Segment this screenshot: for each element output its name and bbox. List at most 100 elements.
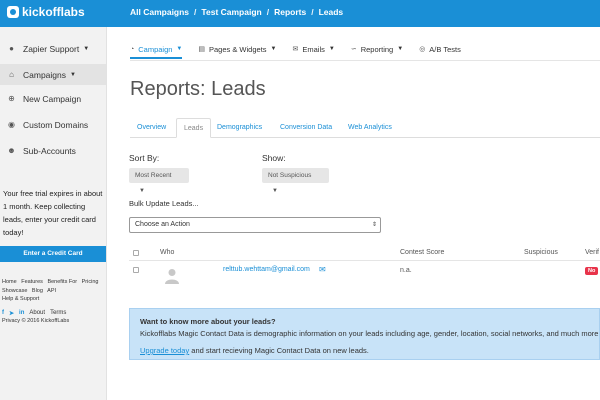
row-checkbox[interactable] (133, 267, 139, 273)
show-dropdown[interactable]: Not Suspicious ▼ (262, 168, 329, 194)
column-header-who: Who (160, 249, 175, 256)
subnav-emails[interactable]: ✉ Emails ▼ (292, 41, 334, 57)
footer-link-showcase[interactable]: Showcase (2, 288, 27, 294)
info-tail: and start recieving Magic Contact Data o… (191, 346, 369, 355)
breadcrumb: All Campaigns / Test Campaign / Reports … (130, 7, 343, 17)
users-icon: ☻ (7, 146, 16, 155)
footer-link-api[interactable]: API (47, 288, 56, 294)
twitter-icon[interactable]: ➤ (9, 310, 14, 317)
linkedin-icon[interactable]: in (19, 310, 24, 317)
breadcrumb-separator: / (311, 7, 314, 17)
sort-by-value: Most Recent (135, 172, 172, 179)
page-title: Reports: Leads (130, 78, 266, 100)
file-icon: ▤ (198, 46, 205, 53)
account-name: Zapier Support (23, 43, 80, 54)
tab-conversion-data[interactable]: Conversion Data (273, 118, 339, 138)
trial-notice: Your free trial expires in about 1 month… (3, 189, 103, 237)
avatar (165, 268, 179, 284)
footer-link-benefits-for[interactable]: Benefits For (47, 279, 77, 285)
contest-score-value: n.a. (400, 267, 412, 274)
footer-link-help[interactable]: Help & Support (2, 296, 39, 302)
caret-down-icon: ▼ (176, 46, 183, 52)
show-value: Not Suspicious (268, 172, 312, 179)
info-heading: Want to know more about your leads? (140, 317, 276, 326)
footer-link-privacy[interactable]: Privacy (2, 318, 20, 324)
plus-circle-icon: ⊕ (8, 94, 15, 103)
subnav-label: Pages & Widgets (209, 44, 267, 54)
caret-down-icon: ▼ (397, 46, 404, 52)
caret-down-icon: ▼ (270, 46, 277, 52)
sidebar-item-custom-domains[interactable]: ◉ Custom Domains (0, 114, 106, 135)
subnav-ab-tests[interactable]: ◎ A/B Tests (419, 41, 461, 57)
select-all-checkbox[interactable] (133, 250, 139, 256)
footer-link-home[interactable]: Home (2, 279, 17, 285)
subnav-label: Reporting (360, 44, 394, 54)
info-body: Kickofflabs Magic Contact Data is demogr… (140, 329, 599, 338)
sidebar: ● Zapier Support ▼ ⌂ Campaigns ▼ ⊕ New C… (0, 27, 107, 400)
sidebar-item-new-campaign[interactable]: ⊕ New Campaign (0, 88, 106, 109)
sidebar-item-label: Sub-Accounts (23, 145, 76, 156)
status-badge: No (585, 267, 599, 275)
table-row: relttub.wehttam@gmail.com ✉ n.a. No (129, 262, 600, 290)
brand-logo[interactable]: kickofflabs (7, 5, 85, 19)
subnav-pages-widgets[interactable]: ▤ Pages & Widgets ▼ (198, 41, 276, 57)
tab-overview[interactable]: Overview (130, 118, 173, 138)
breadcrumb-separator: / (266, 7, 270, 17)
footer-link-features[interactable]: Features (21, 279, 43, 285)
lead-email-link[interactable]: relttub.wehttam@gmail.com (223, 266, 310, 273)
breadcrumb-reports[interactable]: Reports (274, 7, 306, 17)
bulk-action-select[interactable]: Choose an Action ⇕ (129, 217, 381, 233)
tab-web-analytics[interactable]: Web Analytics (341, 118, 399, 138)
caret-down-icon: ▼ (139, 188, 145, 194)
top-bar: kickofflabs All Campaigns / Test Campaig… (0, 0, 600, 27)
sort-by-label: Sort By: (129, 153, 160, 163)
subnav-reporting[interactable]: ∽ Reporting ▼ (351, 41, 403, 57)
user-icon: ● (9, 44, 14, 53)
tab-demographics[interactable]: Demographics (210, 118, 269, 138)
facebook-icon[interactable]: f (2, 310, 4, 317)
sidebar-item-label: Custom Domains (23, 119, 89, 130)
sidebar-item-campaigns[interactable]: ⌂ Campaigns ▼ (0, 64, 106, 85)
caret-down-icon: ▼ (328, 46, 335, 52)
target-icon: ◎ (419, 46, 426, 53)
breadcrumb-test-campaign[interactable]: Test Campaign (201, 7, 261, 17)
copyright: Privacy © 2016 KickoffLabs (2, 318, 69, 324)
breadcrumb-separator: / (194, 7, 197, 17)
magic-contact-info-panel: Want to know more about your leads? Kick… (129, 308, 600, 360)
copyright-text: © 2016 KickoffLabs (21, 318, 70, 324)
footer-link-blog[interactable]: Blog (32, 288, 43, 294)
logo-icon (7, 6, 19, 18)
caret-down-icon: ▼ (272, 188, 278, 194)
bulk-action-value: Choose an Action (135, 221, 190, 228)
caret-down-icon: ▼ (83, 45, 90, 52)
chart-icon: ∽ (350, 46, 357, 53)
breadcrumb-leads: Leads (318, 7, 344, 17)
subnav-label: Emails (302, 44, 325, 54)
breadcrumb-all-campaigns[interactable]: All Campaigns (130, 7, 189, 17)
subnav-campaign[interactable]: ◔ Campaign ▼ (130, 41, 183, 59)
footer-link-about[interactable]: About (29, 310, 45, 317)
sort-by-dropdown[interactable]: Most Recent ▼ (129, 168, 189, 194)
tab-leads[interactable]: Leads (176, 118, 212, 138)
social-links: f ➤ in About Terms (2, 310, 66, 317)
column-header-contest-score: Contest Score (400, 249, 445, 256)
show-label: Show: (262, 153, 286, 163)
enter-credit-card-button[interactable]: Enter a Credit Card (0, 246, 106, 262)
footer-links: Home Features Benefits For Pricing Showc… (2, 278, 106, 304)
column-header-verified: Verif (585, 249, 600, 256)
footer-link-pricing[interactable]: Pricing (82, 279, 99, 285)
account-menu[interactable]: ● Zapier Support ▼ (0, 38, 106, 59)
report-tabs: Overview Leads Demographics Conversion D… (130, 118, 600, 138)
gauge-icon: ◔ (130, 45, 135, 53)
bulk-update-label: Bulk Update Leads... (129, 199, 199, 208)
footer-link-terms[interactable]: Terms (50, 310, 66, 317)
globe-icon: ◉ (8, 120, 15, 129)
sidebar-item-label: Campaigns (23, 69, 66, 80)
upgrade-link[interactable]: Upgrade today (140, 346, 189, 355)
sidebar-item-sub-accounts[interactable]: ☻ Sub-Accounts (0, 140, 106, 161)
envelope-icon[interactable]: ✉ (319, 265, 326, 274)
select-arrows-icon: ⇕ (371, 222, 377, 228)
brand-name: kickofflabs (22, 5, 85, 19)
subnav-label: A/B Tests (429, 44, 461, 54)
home-icon: ⌂ (9, 70, 14, 79)
